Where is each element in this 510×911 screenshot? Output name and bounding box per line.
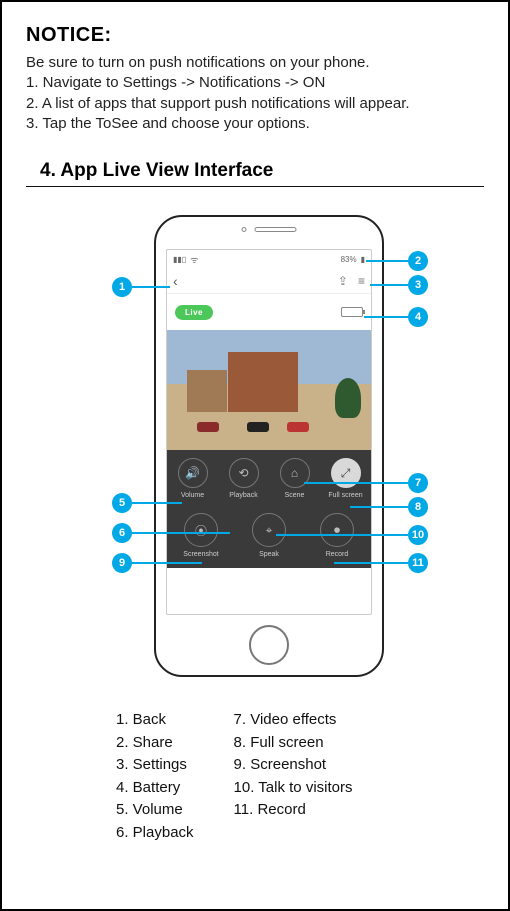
screenshot-button[interactable]: ⦿ Screenshot bbox=[177, 513, 225, 558]
legend-item: 6. Playback bbox=[116, 822, 194, 845]
scene-button[interactable]: ⌂ Scene bbox=[271, 458, 319, 499]
controls-row-2: ⦿ Screenshot ⌖ Speak ⏺ Record bbox=[167, 513, 371, 558]
callout-3: 3 bbox=[408, 275, 428, 295]
home-button-icon bbox=[249, 625, 289, 665]
live-video[interactable] bbox=[167, 330, 371, 450]
share-button[interactable]: ⇪ bbox=[338, 274, 348, 288]
callout-8: 8 bbox=[408, 497, 428, 517]
controls-row-1: 🔊 Volume ⟲ Playback ⌂ Scene bbox=[167, 458, 371, 499]
callout-7: 7 bbox=[408, 473, 428, 493]
back-button[interactable]: ‹ bbox=[173, 273, 178, 289]
playback-label: Playback bbox=[229, 492, 257, 499]
phone-outline: ▮▮▯ ᯤ 83% ▮ ‹ ⇪ ≡ bbox=[154, 215, 384, 677]
camera-icon: ⦿ bbox=[184, 513, 218, 547]
phone-screen: ▮▮▯ ᯤ 83% ▮ ‹ ⇪ ≡ bbox=[166, 249, 372, 615]
legend-item: 8. Full screen bbox=[234, 732, 353, 755]
legend-item: 10. Talk to visitors bbox=[234, 777, 353, 800]
legend-item: 1. Back bbox=[116, 709, 194, 732]
callout-5: 5 bbox=[112, 493, 132, 513]
status-bar: ▮▮▯ ᯤ 83% ▮ bbox=[167, 250, 371, 268]
record-icon: ⏺ bbox=[320, 513, 354, 547]
battery-icon: ▮ bbox=[361, 255, 365, 264]
scene-icon: ⌂ bbox=[280, 458, 310, 488]
section-4-title: 4. App Live View Interface bbox=[40, 160, 484, 182]
wifi-icon: ᯤ bbox=[190, 253, 198, 266]
signal-icon: ▮▮▯ bbox=[173, 255, 186, 264]
legend-item: 9. Screenshot bbox=[234, 754, 353, 777]
callout-2: 2 bbox=[408, 251, 428, 271]
fullscreen-label: Full screen bbox=[328, 492, 362, 499]
live-bar: Live bbox=[167, 298, 371, 326]
notice-step-1: 1. Navigate to Settings -> Notifications… bbox=[26, 73, 484, 93]
divider bbox=[26, 186, 484, 187]
battery-text: 83% bbox=[341, 255, 357, 264]
phone-diagram: ▮▮▯ ᯤ 83% ▮ ‹ ⇪ ≡ bbox=[26, 215, 484, 705]
callout-4: 4 bbox=[408, 307, 428, 327]
device-battery-icon bbox=[341, 307, 363, 317]
record-button[interactable]: ⏺ Record bbox=[313, 513, 361, 558]
callout-1: 1 bbox=[112, 277, 132, 297]
playback-button[interactable]: ⟲ Playback bbox=[220, 458, 268, 499]
notice-step-3: 3. Tap the ToSee and choose your options… bbox=[26, 114, 484, 134]
notice-step-2: 2. A list of apps that support push noti… bbox=[26, 94, 484, 114]
legend-item: 11. Record bbox=[234, 799, 353, 822]
volume-button[interactable]: 🔊 Volume bbox=[169, 458, 217, 499]
manual-page: NOTICE: Be sure to turn on push notifica… bbox=[0, 0, 510, 911]
legend-item: 4. Battery bbox=[116, 777, 194, 800]
legend-col-1: 1. Back 2. Share 3. Settings 4. Battery … bbox=[116, 709, 194, 844]
notice-intro: Be sure to turn on push notifications on… bbox=[26, 53, 484, 73]
legend-item: 7. Video effects bbox=[234, 709, 353, 732]
callout-10: 10 bbox=[408, 525, 428, 545]
fullscreen-icon: ⤢ bbox=[331, 458, 361, 488]
volume-icon: 🔊 bbox=[178, 458, 208, 488]
fullscreen-button[interactable]: ⤢ Full screen bbox=[322, 458, 370, 499]
screenshot-label: Screenshot bbox=[183, 551, 218, 558]
notice-title: NOTICE: bbox=[26, 24, 484, 47]
speak-label: Speak bbox=[259, 551, 279, 558]
section-4: 4. App Live View Interface ▮▮▯ ᯤ 83% bbox=[26, 160, 484, 844]
callout-6: 6 bbox=[112, 523, 132, 543]
callout-9: 9 bbox=[112, 553, 132, 573]
phone-speaker bbox=[242, 227, 297, 232]
controls-panel: 🔊 Volume ⟲ Playback ⌂ Scene bbox=[167, 450, 371, 568]
playback-icon: ⟲ bbox=[229, 458, 259, 488]
settings-button[interactable]: ≡ bbox=[358, 274, 365, 288]
legend-item: 2. Share bbox=[116, 732, 194, 755]
volume-label: Volume bbox=[181, 492, 204, 499]
scene-label: Scene bbox=[285, 492, 305, 499]
microphone-icon: ⌖ bbox=[252, 513, 286, 547]
live-badge: Live bbox=[175, 305, 213, 320]
speak-button[interactable]: ⌖ Speak bbox=[245, 513, 293, 558]
legend-col-2: 7. Video effects 8. Full screen 9. Scree… bbox=[234, 709, 353, 844]
legend-item: 3. Settings bbox=[116, 754, 194, 777]
notice-body: Be sure to turn on push notifications on… bbox=[26, 53, 484, 134]
top-bar: ‹ ⇪ ≡ bbox=[167, 268, 371, 294]
legend-item: 5. Volume bbox=[116, 799, 194, 822]
record-label: Record bbox=[326, 551, 349, 558]
legend: 1. Back 2. Share 3. Settings 4. Battery … bbox=[116, 709, 484, 844]
callout-11: 11 bbox=[408, 553, 428, 573]
